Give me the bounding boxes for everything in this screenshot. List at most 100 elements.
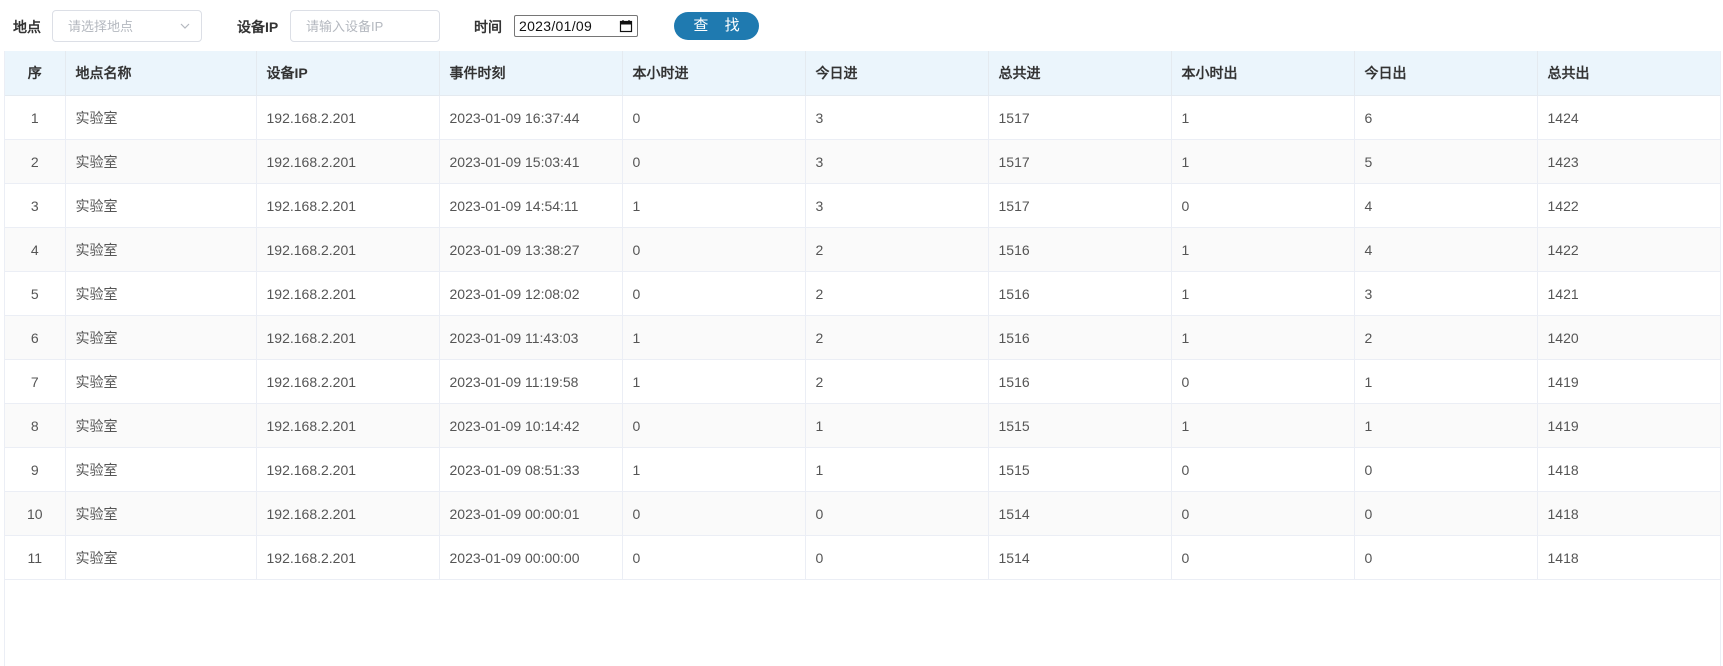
cell-index: 6: [5, 315, 66, 360]
cell-location-name: 实验室: [65, 359, 257, 404]
cell-total-in: 1517: [988, 183, 1172, 228]
cell-location-name: 实验室: [65, 227, 257, 272]
table-row[interactable]: 2 实验室 192.168.2.201 2023-01-09 15:03:41 0 3 15…: [5, 139, 1720, 184]
cell-total-in: 1517: [988, 139, 1172, 184]
cell-event-time: 2023-01-09 00:00:01: [439, 491, 623, 536]
cell-hour-out: 1: [1171, 95, 1355, 140]
cell-hour-out: 0: [1171, 359, 1355, 404]
cell-hour-out: 1: [1171, 271, 1355, 316]
cell-total-out: 1418: [1537, 491, 1720, 536]
cell-total-in: 1516: [988, 227, 1172, 272]
table-body: 1 实验室 192.168.2.201 2023-01-09 16:37:44 0 3 15…: [5, 95, 1720, 580]
table-row[interactable]: 1 实验室 192.168.2.201 2023-01-09 16:37:44 0 3 15…: [5, 95, 1720, 140]
table-row[interactable]: 5 实验室 192.168.2.201 2023-01-09 12:08:02 0 2 15…: [5, 271, 1720, 316]
cell-hour-in: 0: [622, 227, 806, 272]
table-header-row: 序 地点名称 设备IP 事件时刻 本小时进 今日进 总共进 本小时出 今日出 总…: [5, 51, 1720, 96]
cell-location-name: 实验室: [65, 403, 257, 448]
cell-hour-in: 0: [622, 95, 806, 140]
cell-hour-out: 0: [1171, 183, 1355, 228]
cell-today-in: 0: [805, 535, 989, 580]
cell-hour-out: 0: [1171, 491, 1355, 536]
cell-hour-out: 1: [1171, 315, 1355, 360]
cell-index: 4: [5, 227, 66, 272]
column-header-location-name: 地点名称: [65, 51, 257, 96]
device-ip-label: 设备IP: [237, 19, 279, 35]
cell-total-in: 1516: [988, 315, 1172, 360]
table-row[interactable]: 4 实验室 192.168.2.201 2023-01-09 13:38:27 0 2 15…: [5, 227, 1720, 272]
cell-hour-in: 1: [622, 183, 806, 228]
column-header-hour-out: 本小时出: [1171, 51, 1355, 96]
column-header-device-ip: 设备IP: [256, 51, 440, 96]
table-row[interactable]: 6 实验室 192.168.2.201 2023-01-09 11:43:03 1 2 15…: [5, 315, 1720, 360]
cell-total-out: 1422: [1537, 227, 1720, 272]
chevron-down-icon: [180, 23, 190, 29]
cell-today-in: 1: [805, 447, 989, 492]
cell-hour-out: 1: [1171, 403, 1355, 448]
cell-total-out: 1420: [1537, 315, 1720, 360]
calendar-icon[interactable]: [619, 19, 633, 33]
cell-total-out: 1423: [1537, 139, 1720, 184]
cell-today-out: 6: [1354, 95, 1538, 140]
table-row[interactable]: 9 实验室 192.168.2.201 2023-01-09 08:51:33 1 1 15…: [5, 447, 1720, 492]
cell-hour-out: 1: [1171, 227, 1355, 272]
cell-total-out: 1424: [1537, 95, 1720, 140]
cell-today-out: 3: [1354, 271, 1538, 316]
cell-event-time: 2023-01-09 12:08:02: [439, 271, 623, 316]
cell-device-ip: 192.168.2.201: [256, 359, 440, 404]
cell-location-name: 实验室: [65, 95, 257, 140]
cell-index: 11: [5, 535, 66, 580]
cell-event-time: 2023-01-09 13:38:27: [439, 227, 623, 272]
table-row[interactable]: 10 实验室 192.168.2.201 2023-01-09 00:00:01 0 0 1…: [5, 491, 1720, 536]
cell-hour-in: 0: [622, 491, 806, 536]
cell-today-in: 1: [805, 403, 989, 448]
column-header-today-out: 今日出: [1354, 51, 1538, 96]
cell-device-ip: 192.168.2.201: [256, 95, 440, 140]
cell-total-out: 1418: [1537, 447, 1720, 492]
cell-device-ip: 192.168.2.201: [256, 227, 440, 272]
cell-total-in: 1516: [988, 359, 1172, 404]
cell-today-in: 3: [805, 183, 989, 228]
device-ip-input[interactable]: [290, 10, 440, 42]
cell-index: 5: [5, 271, 66, 316]
cell-index: 2: [5, 139, 66, 184]
cell-index: 8: [5, 403, 66, 448]
cell-hour-in: 1: [622, 447, 806, 492]
cell-hour-out: 0: [1171, 535, 1355, 580]
column-header-total-out: 总共出: [1537, 51, 1720, 96]
cell-total-in: 1516: [988, 271, 1172, 316]
cell-today-out: 1: [1354, 403, 1538, 448]
cell-today-out: 0: [1354, 535, 1538, 580]
location-select-placeholder: 请选择地点: [68, 19, 134, 34]
table-row[interactable]: 11 实验室 192.168.2.201 2023-01-09 00:00:00 0 0 1…: [5, 535, 1720, 580]
cell-today-out: 5: [1354, 139, 1538, 184]
search-button[interactable]: 查 找: [674, 12, 759, 40]
cell-device-ip: 192.168.2.201: [256, 491, 440, 536]
table-row[interactable]: 8 实验室 192.168.2.201 2023-01-09 10:14:42 0 1 15…: [5, 403, 1720, 448]
cell-hour-out: 0: [1171, 447, 1355, 492]
data-table: 序 地点名称 设备IP 事件时刻 本小时进 今日进 总共进 本小时出 今日出 总…: [5, 51, 1720, 580]
cell-event-time: 2023-01-09 15:03:41: [439, 139, 623, 184]
cell-hour-in: 1: [622, 359, 806, 404]
cell-today-in: 2: [805, 359, 989, 404]
cell-total-out: 1419: [1537, 403, 1720, 448]
cell-location-name: 实验室: [65, 139, 257, 184]
cell-event-time: 2023-01-09 14:54:11: [439, 183, 623, 228]
cell-device-ip: 192.168.2.201: [256, 315, 440, 360]
cell-today-out: 0: [1354, 491, 1538, 536]
location-label: 地点: [13, 19, 41, 35]
cell-hour-in: 0: [622, 403, 806, 448]
date-input[interactable]: 2023/01/09: [514, 15, 638, 37]
cell-device-ip: 192.168.2.201: [256, 535, 440, 580]
cell-today-out: 0: [1354, 447, 1538, 492]
cell-today-in: 2: [805, 271, 989, 316]
cell-event-time: 2023-01-09 10:14:42: [439, 403, 623, 448]
table-row[interactable]: 7 实验室 192.168.2.201 2023-01-09 11:19:58 1 2 15…: [5, 359, 1720, 404]
cell-total-in: 1514: [988, 491, 1172, 536]
cell-hour-in: 0: [622, 139, 806, 184]
cell-hour-in: 0: [622, 271, 806, 316]
cell-index: 7: [5, 359, 66, 404]
cell-event-time: 2023-01-09 00:00:00: [439, 535, 623, 580]
table-row[interactable]: 3 实验室 192.168.2.201 2023-01-09 14:54:11 1 3 15…: [5, 183, 1720, 228]
cell-total-out: 1422: [1537, 183, 1720, 228]
location-select[interactable]: 请选择地点: [52, 10, 202, 42]
